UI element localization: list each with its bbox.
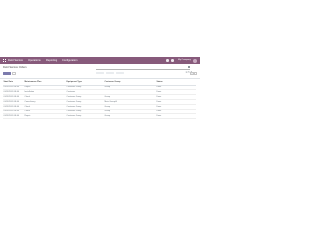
menu-reporting[interactable]: Reporting bbox=[46, 57, 57, 64]
chat-icon[interactable] bbox=[166, 59, 169, 62]
apps-menu-icon[interactable] bbox=[3, 59, 6, 62]
user-avatar[interactable] bbox=[193, 58, 197, 63]
kanban-view-button[interactable] bbox=[194, 71, 197, 76]
cell-status: Done bbox=[156, 113, 196, 120]
favorites-dropdown[interactable] bbox=[116, 71, 124, 75]
cell-maintenance-plan: Repair bbox=[24, 113, 66, 120]
cell-equipment-type: Customer Group bbox=[66, 113, 104, 120]
menu-operations[interactable]: Operations bbox=[28, 57, 41, 64]
app-name[interactable]: Field Service bbox=[8, 57, 23, 64]
table-row[interactable]: 01/01/2020 08:00 Repair Customer Group G… bbox=[3, 113, 196, 120]
control-panel: Field Service Orders 1-7 / 7 bbox=[0, 64, 200, 79]
top-navbar: Field Service Operations Reporting Confi… bbox=[0, 57, 200, 64]
cell-customer-group: Group bbox=[104, 113, 156, 120]
import-button[interactable] bbox=[12, 71, 16, 76]
orders-table: Start Date Maintenance Plan Equipment Ty… bbox=[3, 80, 196, 120]
create-button[interactable] bbox=[3, 71, 11, 76]
breadcrumb: Field Service Orders bbox=[3, 65, 27, 69]
company-switcher[interactable]: My Company bbox=[178, 57, 191, 64]
search-icon[interactable] bbox=[187, 65, 190, 68]
list-view-button[interactable] bbox=[190, 71, 194, 76]
menu-configuration[interactable]: Configuration bbox=[62, 57, 77, 64]
filters-dropdown[interactable] bbox=[96, 71, 104, 75]
search-input[interactable] bbox=[96, 65, 190, 70]
activity-icon[interactable] bbox=[171, 59, 174, 62]
group-by-dropdown[interactable] bbox=[106, 71, 114, 75]
cell-start-date: 01/01/2020 08:00 bbox=[3, 113, 24, 120]
